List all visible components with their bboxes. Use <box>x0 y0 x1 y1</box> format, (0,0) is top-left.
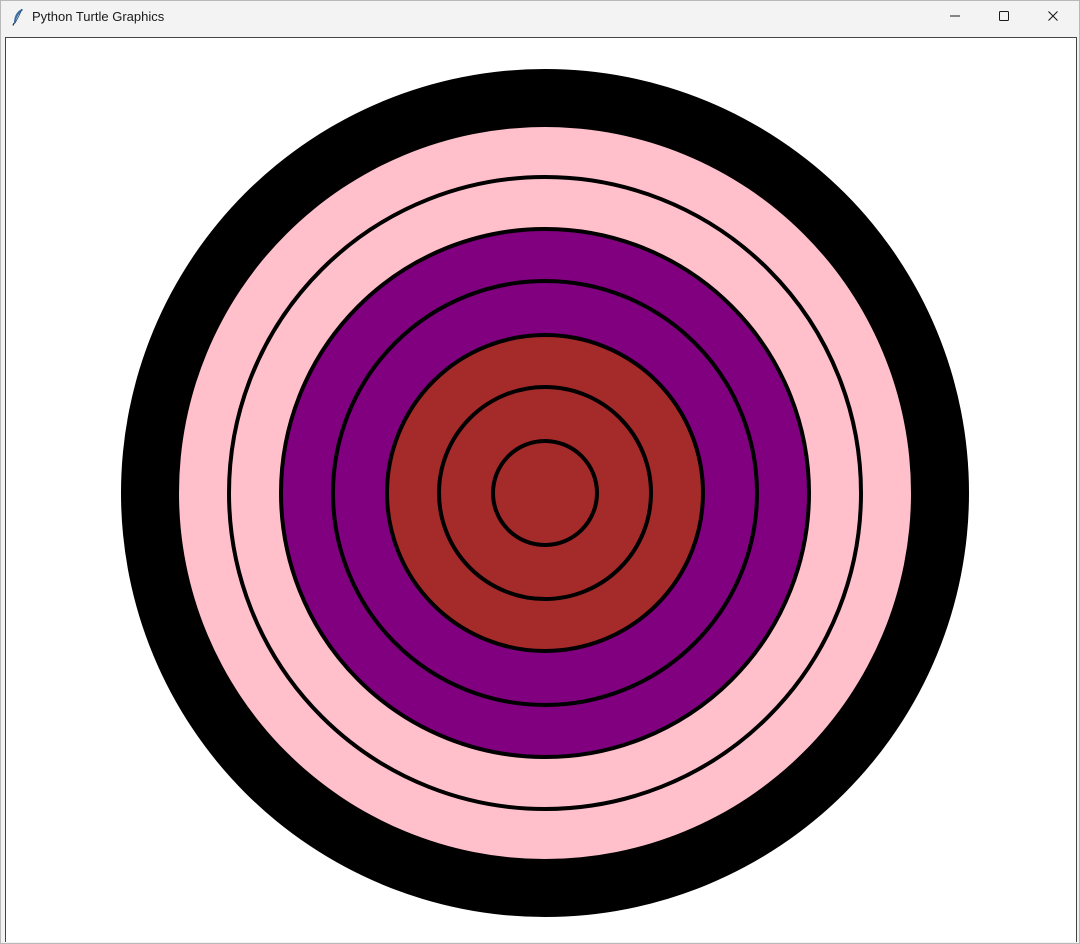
minimize-icon <box>949 9 961 27</box>
close-icon <box>1047 9 1059 27</box>
feather-icon <box>11 8 25 26</box>
target-ring-8 <box>491 439 599 547</box>
title-bar[interactable]: Python Turtle Graphics <box>1 1 1079 34</box>
turtle-window: Python Turtle Graphics <box>0 0 1080 944</box>
maximize-icon <box>998 9 1010 27</box>
close-button[interactable] <box>1030 1 1076 34</box>
maximize-button[interactable] <box>981 1 1027 34</box>
window-title: Python Turtle Graphics <box>32 9 165 24</box>
minimize-button[interactable] <box>932 1 978 34</box>
turtle-canvas[interactable] <box>5 37 1077 942</box>
target-drawing <box>121 69 969 917</box>
